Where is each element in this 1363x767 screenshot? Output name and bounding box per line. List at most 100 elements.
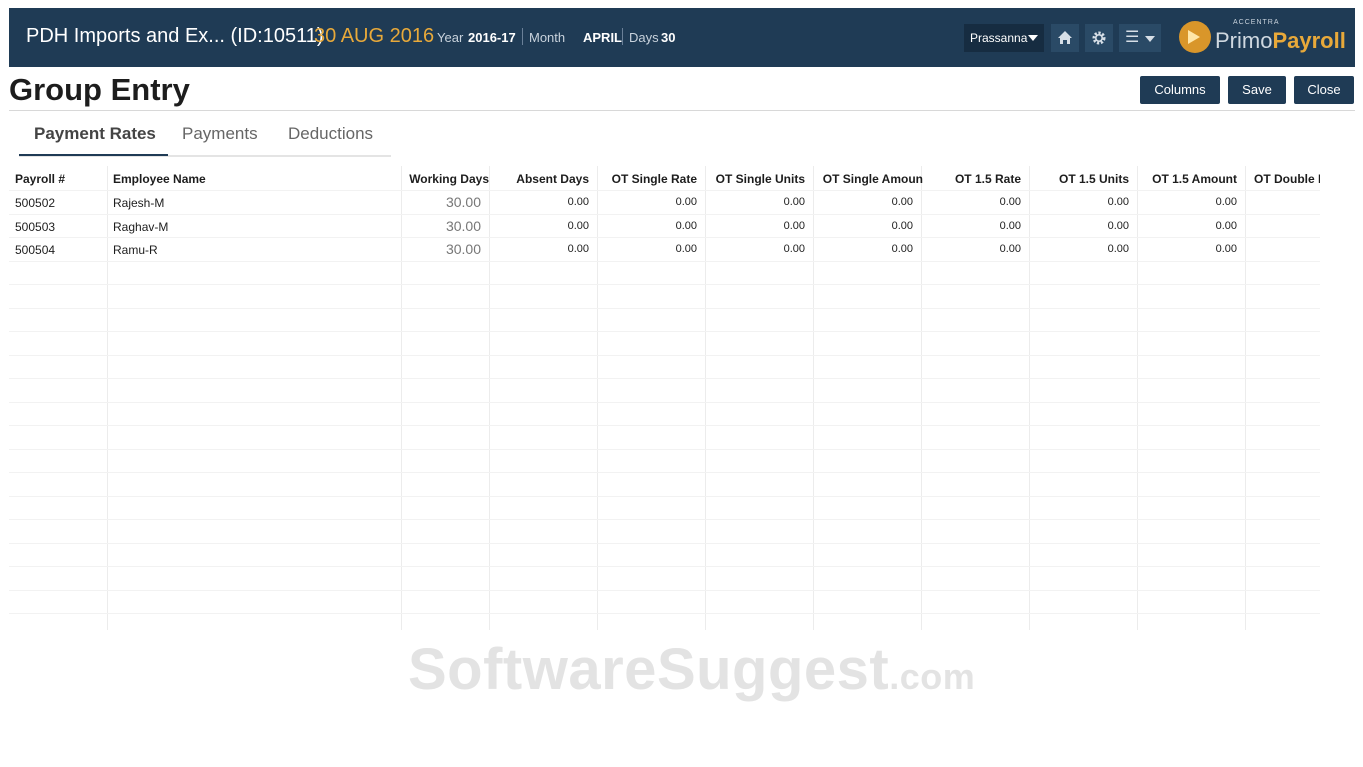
column-divider [489, 166, 490, 630]
amount-input[interactable]: 0.00 [725, 220, 805, 232]
amount-input[interactable]: 0.00 [1049, 220, 1129, 232]
amount-input[interactable]: 0.00 [941, 220, 1021, 232]
group-entry-grid: Payroll # Employee Name Working Days Absent… [9, 166, 1320, 630]
row-divider [9, 543, 1320, 544]
employee-name-cell: Rajesh-M [113, 196, 165, 210]
amount-input[interactable]: 0.00 [725, 243, 805, 255]
brand-company: ACCENTRA [1233, 19, 1280, 26]
active-tab-indicator [19, 154, 168, 156]
close-button[interactable]: Close [1294, 76, 1354, 104]
row-divider [9, 190, 1320, 191]
row-divider [9, 308, 1320, 309]
month-label: Month [529, 30, 566, 45]
column-divider [1245, 166, 1246, 630]
amount-input[interactable]: 0.00 [725, 196, 805, 208]
row-divider [9, 590, 1320, 591]
amount-input[interactable]: 0.00 [509, 196, 589, 208]
row-divider [9, 261, 1320, 262]
home-icon [1058, 31, 1072, 44]
divider [9, 110, 1355, 111]
column-header-ot-single-rate[interactable]: OT Single Rate [597, 172, 697, 186]
column-header-ot-double-rate[interactable]: OT Double R [1254, 172, 1320, 186]
current-date: 30 AUG 2016 [314, 25, 435, 47]
amount-input[interactable]: 0.00 [1049, 243, 1129, 255]
row-divider [9, 425, 1320, 426]
column-header-payroll[interactable]: Payroll # [15, 172, 103, 186]
column-header-ot-1-5-units[interactable]: OT 1.5 Units [1029, 172, 1129, 186]
hamburger-menu-icon: ☰ [1125, 29, 1140, 46]
working-days-input[interactable]: 30.00 [401, 218, 481, 234]
amount-input[interactable]: 0.00 [617, 220, 697, 232]
amount-input[interactable]: 0.00 [1157, 220, 1237, 232]
brand-name: PrimoPayroll [1215, 28, 1346, 53]
days-label: Days [629, 30, 659, 45]
row-divider [9, 378, 1320, 379]
chevron-down-icon [1145, 36, 1155, 42]
chevron-down-icon [1028, 35, 1038, 41]
divider [522, 28, 523, 45]
tab-deductions[interactable]: Deductions [288, 124, 373, 144]
column-divider [597, 166, 598, 630]
column-divider [813, 166, 814, 630]
column-divider [401, 166, 402, 630]
amount-input[interactable]: 0.00 [941, 196, 1021, 208]
row-divider [9, 402, 1320, 403]
column-divider [107, 166, 108, 630]
gear-icon [1092, 31, 1106, 45]
working-days-input[interactable]: 30.00 [401, 194, 481, 210]
column-header-ot-single-units[interactable]: OT Single Units [705, 172, 805, 186]
year-value[interactable]: 2016-17 [468, 30, 516, 45]
row-divider [9, 472, 1320, 473]
settings-button[interactable] [1085, 24, 1113, 52]
divider [622, 28, 623, 45]
amount-input[interactable]: 0.00 [509, 243, 589, 255]
amount-input[interactable]: 0.00 [833, 220, 913, 232]
amount-input[interactable]: 0.00 [833, 196, 913, 208]
working-days-input[interactable]: 30.00 [401, 241, 481, 257]
home-button[interactable] [1051, 24, 1079, 52]
tab-payments[interactable]: Payments [182, 124, 258, 144]
row-divider [9, 331, 1320, 332]
employee-name-cell: Raghav-M [113, 220, 169, 234]
logo-icon [1179, 21, 1211, 53]
page-title: Group Entry [9, 72, 190, 107]
save-button[interactable]: Save [1228, 76, 1286, 104]
payroll-cell: 500503 [15, 220, 56, 234]
columns-button[interactable]: Columns [1140, 76, 1220, 104]
column-header-ot-1-5-rate[interactable]: OT 1.5 Rate [921, 172, 1021, 186]
column-header-ot-single-amount[interactable]: OT Single Amoun [813, 172, 923, 186]
top-header-bar: PDH Imports and Ex... (ID:10511) 30 AUG … [9, 8, 1355, 67]
watermark: SoftwareSuggest.com [408, 637, 976, 702]
column-header-ot-1-5-amount[interactable]: OT 1.5 Amount [1137, 172, 1237, 186]
row-divider [9, 284, 1320, 285]
user-dropdown[interactable]: Prassanna [964, 24, 1044, 52]
amount-input[interactable]: 0.00 [1049, 196, 1129, 208]
company-name[interactable]: PDH Imports and Ex... (ID:10511) [26, 25, 324, 48]
days-value: 30 [661, 30, 676, 45]
amount-input[interactable]: 0.00 [833, 243, 913, 255]
amount-input[interactable]: 0.00 [1157, 196, 1237, 208]
payroll-cell: 500502 [15, 196, 56, 210]
amount-input[interactable]: 0.00 [509, 220, 589, 232]
tab-bar: Payment Rates Payments Deductions [19, 118, 391, 157]
row-divider [9, 355, 1320, 356]
column-header-working-days[interactable]: Working Days [401, 172, 489, 186]
month-value[interactable]: APRIL [583, 30, 622, 45]
amount-input[interactable]: 0.00 [617, 196, 697, 208]
payroll-cell: 500504 [15, 243, 56, 257]
column-divider [1029, 166, 1030, 630]
main-menu-button[interactable]: ☰ [1119, 24, 1161, 52]
brand-logo: ACCENTRA PrimoPayroll [1179, 18, 1346, 58]
tab-payment-rates[interactable]: Payment Rates [34, 124, 156, 144]
column-header-absent-days[interactable]: Absent Days [489, 172, 589, 186]
row-divider [9, 237, 1320, 238]
column-header-employee-name[interactable]: Employee Name [113, 172, 393, 186]
row-divider [9, 496, 1320, 497]
amount-input[interactable]: 0.00 [1157, 243, 1237, 255]
user-name: Prassanna [970, 31, 1028, 45]
row-divider [9, 214, 1320, 215]
amount-input[interactable]: 0.00 [617, 243, 697, 255]
column-divider [921, 166, 922, 630]
year-label: Year [437, 30, 464, 45]
amount-input[interactable]: 0.00 [941, 243, 1021, 255]
